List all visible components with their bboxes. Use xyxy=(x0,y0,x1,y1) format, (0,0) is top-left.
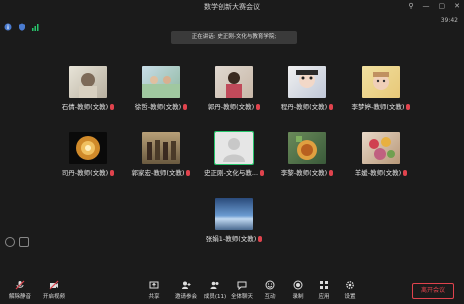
participant-avatar xyxy=(142,66,180,98)
chat-bubble-icon[interactable] xyxy=(19,237,29,247)
share-screen-icon xyxy=(149,281,159,289)
record-label: 录制 xyxy=(292,294,304,300)
participant-name: 李黎-教师(文教) xyxy=(280,169,328,177)
participant-name: 史正刚-文化与教... xyxy=(203,169,259,177)
participant-avatar xyxy=(288,66,326,98)
participant-name: 徐哲-教师(文教) xyxy=(134,103,182,111)
pin-icon[interactable]: ⚲ xyxy=(408,2,413,10)
participant-avatar xyxy=(362,66,400,98)
participant-avatar xyxy=(215,66,253,98)
leave-meeting-button[interactable]: 离开会议 xyxy=(412,283,454,299)
apps-label: 应用 xyxy=(318,294,330,300)
meeting-toolbar: 解除静音 开启视频 共享 邀请参会 成员(11) 全体聊天 互动 录制 应用 设… xyxy=(0,276,464,304)
emoji-icon[interactable] xyxy=(5,237,15,247)
participant-avatar xyxy=(69,66,107,98)
close-icon[interactable]: ✕ xyxy=(454,2,460,10)
participant-name: 羊媛-教师(文教) xyxy=(354,169,402,177)
chat-icon xyxy=(237,281,247,290)
camera-off-icon xyxy=(49,280,59,290)
speaking-indicator: 正在讲话: 史正刚-文化与教育学院; xyxy=(171,31,297,44)
mic-muted-icon xyxy=(403,170,408,176)
participant-name: 张娟1-教师(文教) xyxy=(205,235,257,243)
mic-muted-icon xyxy=(183,104,188,110)
participant-name: 郭丹-教师(文教) xyxy=(207,103,255,111)
mic-muted-icon xyxy=(258,236,263,242)
invite-label: 邀请参会 xyxy=(174,294,197,300)
settings-button[interactable]: 设置 xyxy=(330,280,370,300)
apps-grid-icon xyxy=(320,281,328,289)
mic-muted-icon xyxy=(329,104,334,110)
participant-name: 石倩-教师(文教) xyxy=(61,103,109,111)
interact-label: 互动 xyxy=(264,294,276,300)
video-button[interactable]: 开启视频 xyxy=(34,280,74,300)
signal-icon xyxy=(32,16,40,31)
members-icon xyxy=(210,281,219,289)
mic-off-icon xyxy=(15,280,25,290)
mic-muted-icon xyxy=(329,170,334,176)
participant-name: 李梦婷-教师(文教) xyxy=(351,103,405,111)
mic-muted-icon xyxy=(110,104,115,110)
mute-label: 解除静音 xyxy=(8,294,31,300)
share-label: 共享 xyxy=(148,294,160,300)
participant-avatar xyxy=(215,198,253,230)
participant-avatar xyxy=(362,132,400,164)
window-title: 数学创新大赛会议 xyxy=(204,3,260,11)
record-icon xyxy=(293,280,303,290)
participant-tile[interactable]: 羊媛-教师(文教) xyxy=(336,132,426,187)
participant-avatar xyxy=(288,132,326,164)
participant-tile[interactable]: 张娟1-教师(文教) xyxy=(189,198,279,253)
participant-tile[interactable]: 李梦婷-教师(文教) xyxy=(336,66,426,121)
smile-icon xyxy=(265,280,275,290)
add-user-icon xyxy=(182,281,191,289)
settings-label: 设置 xyxy=(344,294,356,300)
participant-name: 郭家宏-教师(文教) xyxy=(131,169,185,177)
video-label: 开启视频 xyxy=(42,294,65,300)
mic-muted-icon xyxy=(256,104,261,110)
participant-name: 程丹-教师(文教) xyxy=(280,103,328,111)
window-controls: ⚲ — ▢ ✕ xyxy=(408,2,460,10)
participant-avatar xyxy=(214,131,254,165)
maximize-icon[interactable]: ▢ xyxy=(439,2,446,10)
participant-avatar xyxy=(142,132,180,164)
info-bar: 39:42 xyxy=(0,14,464,31)
participant-avatar xyxy=(69,132,107,164)
title-bar: 数学创新大赛会议 ⚲ — ▢ ✕ xyxy=(0,0,464,14)
info-icon[interactable] xyxy=(4,16,12,31)
minimize-icon[interactable]: — xyxy=(423,2,430,10)
participant-name: 司丹-教师(文教) xyxy=(61,169,109,177)
shield-icon[interactable] xyxy=(18,16,26,31)
chat-quick-icons xyxy=(5,237,29,247)
meeting-time: 39:42 xyxy=(440,17,458,24)
mic-muted-icon xyxy=(406,104,411,110)
gear-icon xyxy=(346,281,354,289)
mic-muted-icon xyxy=(110,170,115,176)
